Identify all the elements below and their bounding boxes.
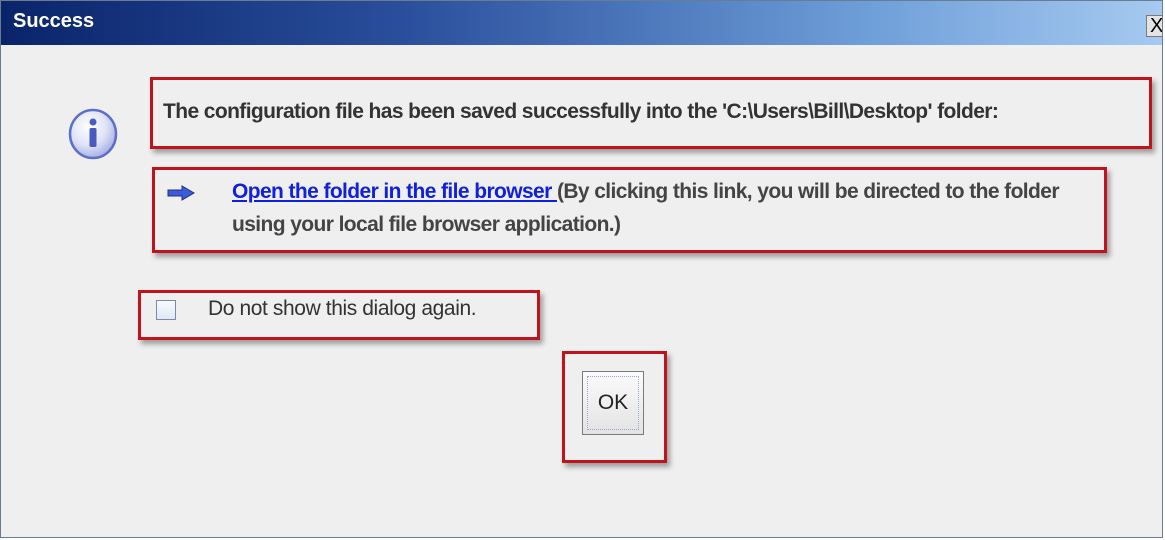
focus-ring xyxy=(587,376,639,430)
checkbox-label[interactable]: Do not show this dialog again. xyxy=(208,297,477,321)
info-icon xyxy=(68,108,118,160)
link-paragraph: Open the folder in the file browser (By … xyxy=(232,175,1102,241)
open-folder-link[interactable]: Open the folder in the file browser xyxy=(232,180,557,203)
do-not-show-checkbox[interactable] xyxy=(156,300,176,320)
dialog-title: Success xyxy=(13,10,95,32)
message-text: The configuration file has been saved su… xyxy=(163,100,999,123)
success-dialog: Success X The configuration file has bee… xyxy=(0,0,1163,538)
title-bar[interactable]: Success X xyxy=(1,1,1162,45)
ok-button[interactable]: OK xyxy=(582,371,644,435)
close-button[interactable]: X xyxy=(1146,15,1162,37)
arrow-right-icon xyxy=(167,185,195,201)
